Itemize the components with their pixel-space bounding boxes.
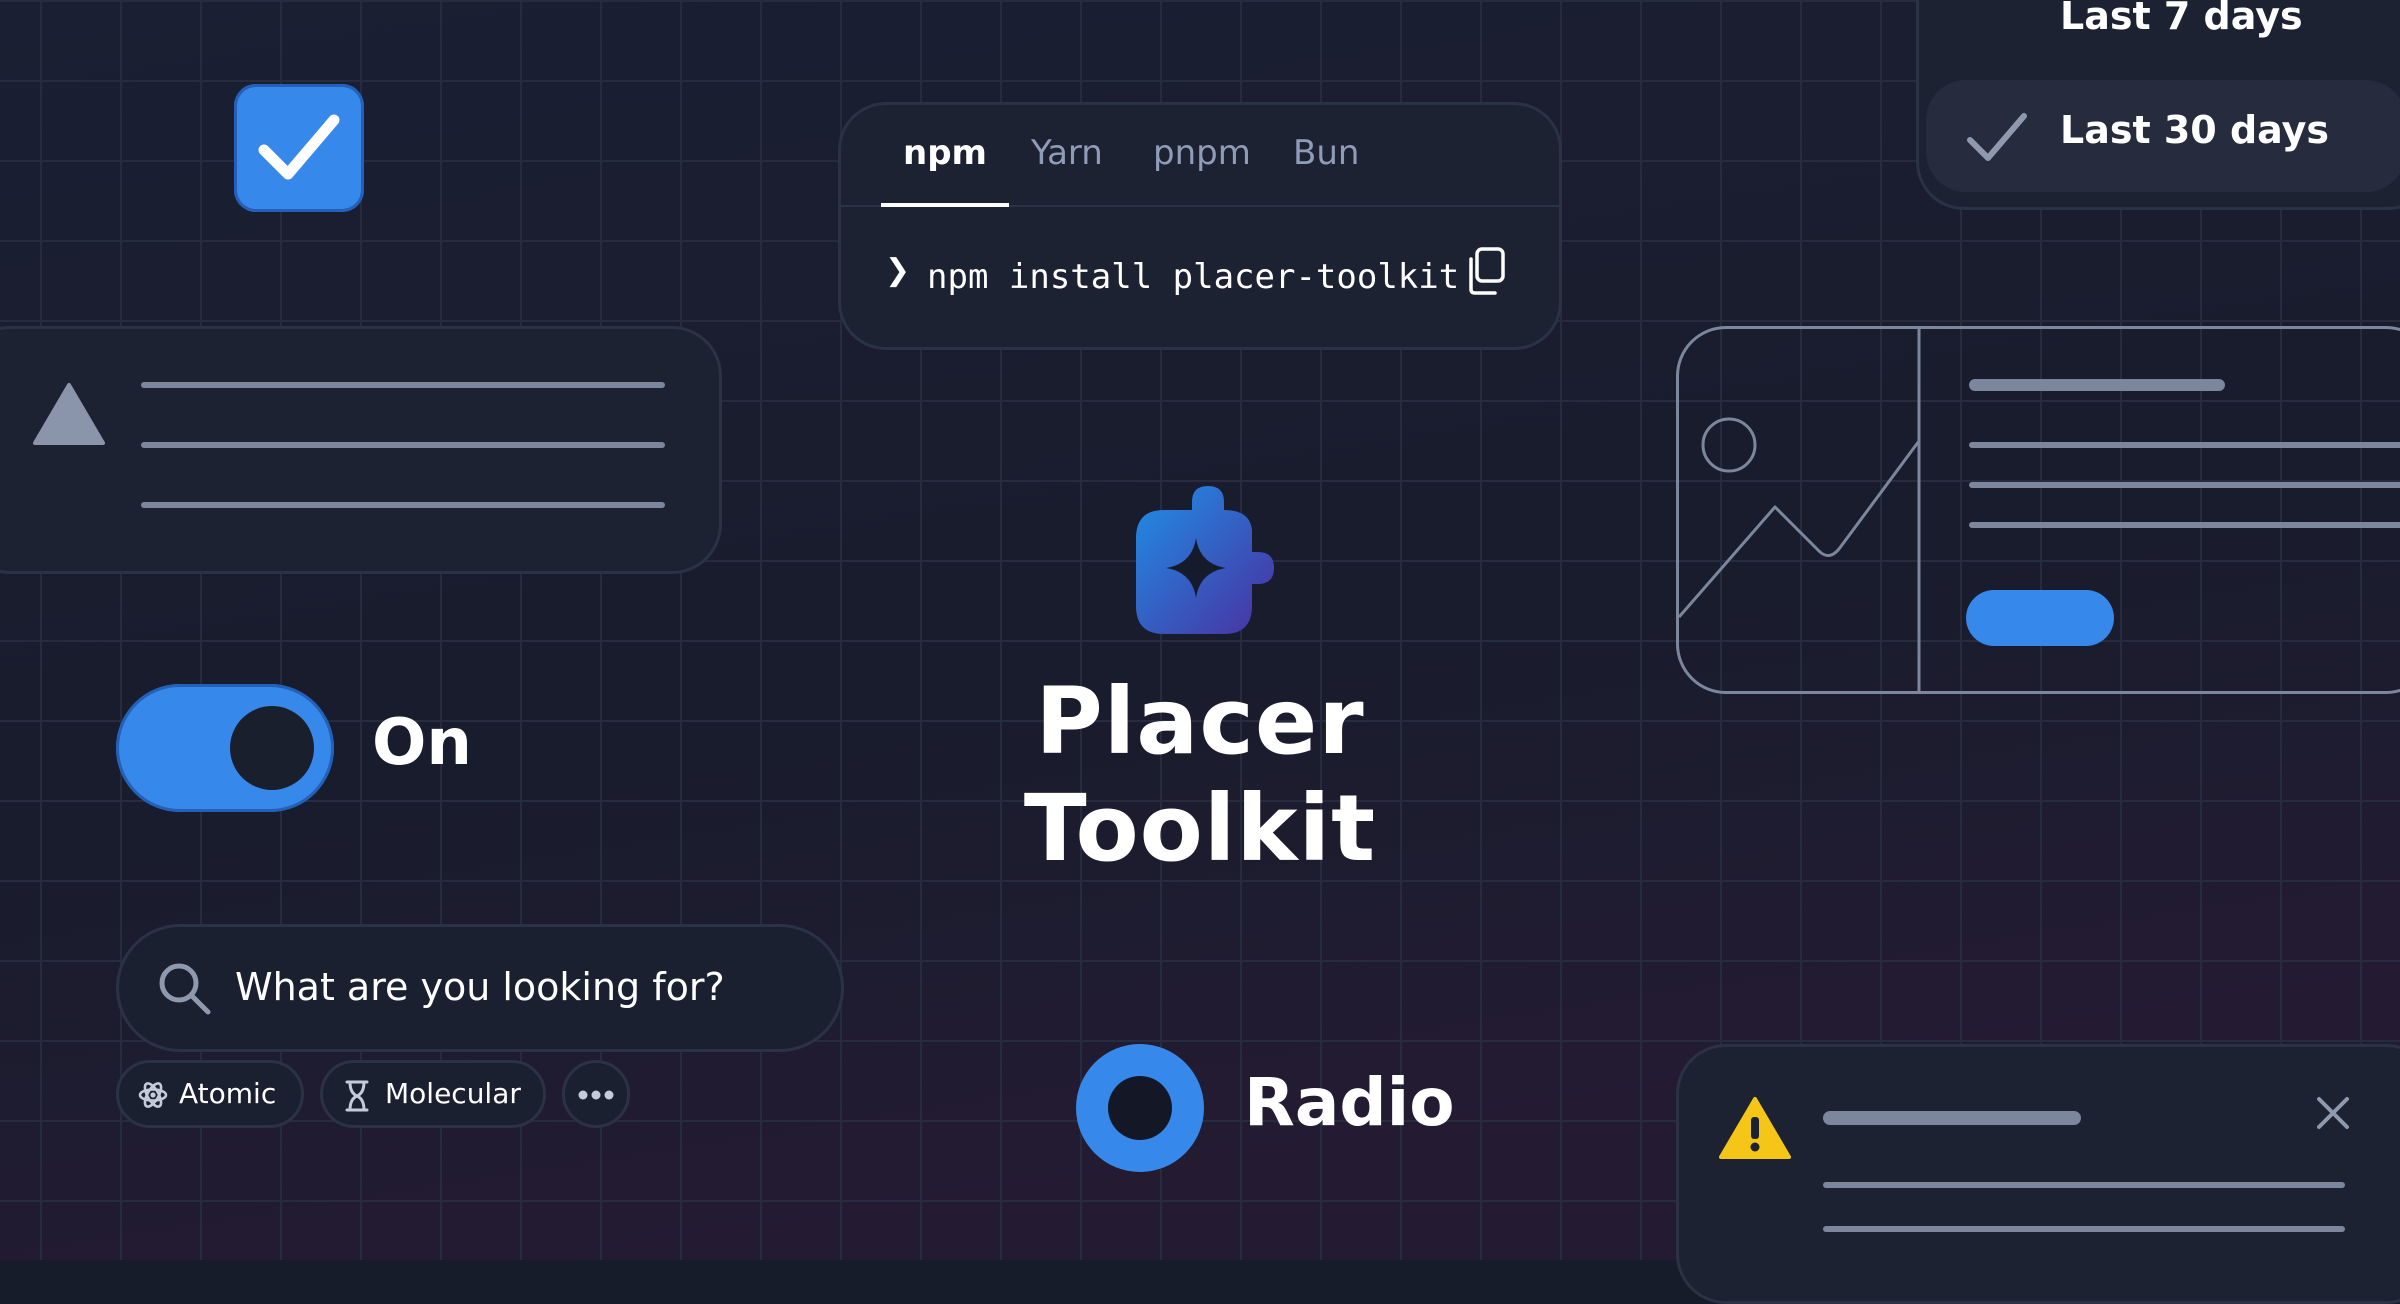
puzzle-sparkle-icon <box>1136 486 1274 634</box>
hourglass-icon <box>345 1080 369 1112</box>
check-icon <box>1967 113 2027 161</box>
text-line-placeholder <box>141 442 665 448</box>
close-icon[interactable] <box>2315 1095 2351 1131</box>
dropdown-option-label: Last 30 days <box>2060 108 2330 152</box>
active-tab-indicator <box>881 203 1009 207</box>
checkmark-icon <box>258 114 340 180</box>
search-placeholder: What are you looking for? <box>235 965 725 1009</box>
chip-atomic[interactable]: Atomic <box>116 1060 304 1128</box>
checkbox-checked[interactable] <box>234 84 364 212</box>
tab-pnpm[interactable]: pnpm <box>1153 105 1251 185</box>
radio-label: Radio <box>1244 1064 1455 1141</box>
install-command: npm install placer-toolkit <box>927 257 1460 297</box>
prompt-icon: ❯ <box>885 253 911 288</box>
title-line-placeholder <box>1823 1111 2081 1125</box>
brand-title: Placer Toolkit <box>1023 668 1377 882</box>
atom-icon <box>138 1082 168 1108</box>
media-card-button[interactable] <box>1966 590 2114 646</box>
radio-button[interactable] <box>1076 1044 1204 1172</box>
tab-yarn[interactable]: Yarn <box>1031 105 1103 185</box>
triangle-icon <box>33 383 105 445</box>
toggle-label: On <box>372 706 472 780</box>
dropdown-option-last-7-days[interactable]: Last 7 days <box>2060 0 2303 38</box>
chip-label: Atomic <box>179 1077 277 1110</box>
chip-molecular[interactable]: Molecular <box>320 1060 546 1128</box>
warning-alert-card <box>1676 1044 2400 1304</box>
tab-npm[interactable]: npm <box>903 105 987 185</box>
more-icon <box>578 1090 614 1100</box>
search-icon <box>159 963 211 1015</box>
toggle-knob <box>230 706 314 790</box>
text-line-placeholder <box>1823 1226 2345 1232</box>
install-command-card: npm Yarn pnpm Bun ❯ npm install placer-t… <box>838 102 1562 350</box>
alert-placeholder-card <box>0 326 722 574</box>
text-line-placeholder <box>141 382 665 388</box>
tab-bun[interactable]: Bun <box>1293 105 1359 185</box>
radio-dot <box>1108 1076 1172 1140</box>
warning-icon <box>1719 1097 1791 1159</box>
chip-label: Molecular <box>385 1077 521 1110</box>
dropdown-option-last-30-days[interactable]: Last 30 days <box>1926 80 2400 192</box>
copy-icon[interactable] <box>1461 245 1511 299</box>
chip-more[interactable] <box>562 1060 630 1128</box>
toggle-switch[interactable] <box>116 684 334 812</box>
text-line-placeholder <box>1823 1182 2345 1188</box>
search-field[interactable]: What are you looking for? <box>116 924 844 1052</box>
text-line-placeholder <box>141 502 665 508</box>
